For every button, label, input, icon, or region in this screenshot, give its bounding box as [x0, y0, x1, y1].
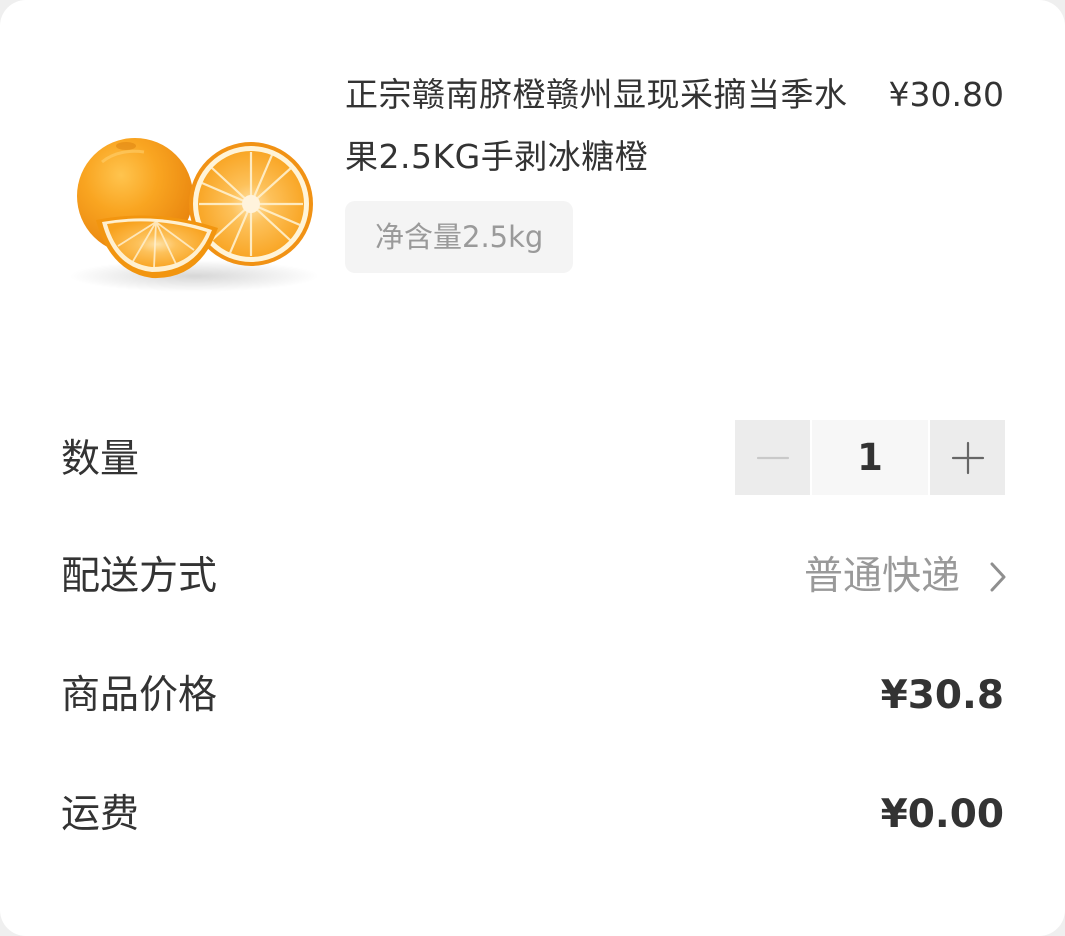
shipping-fee-value: ¥0.00	[880, 792, 1004, 837]
shipping-fee-label: 运费	[61, 792, 140, 837]
item-price-label: 商品价格	[61, 673, 218, 718]
quantity-value[interactable]: 1	[812, 420, 928, 495]
item-price-value: ¥30.8	[880, 673, 1004, 718]
delivery-method-value: 普通快递	[803, 554, 960, 599]
minus-icon	[756, 456, 789, 459]
product-spec-tag: 净含量2.5kg	[345, 201, 574, 273]
quantity-stepper: 1	[735, 420, 1005, 495]
product-image	[62, 122, 324, 298]
plus-icon	[951, 441, 984, 474]
decrement-button[interactable]	[735, 420, 810, 495]
delivery-method-label: 配送方式	[61, 554, 218, 599]
order-item-card: 正宗赣南脐橙赣州显现采摘当季水果2.5KG手剥冰糖橙 ¥30.80 净含量2.5…	[0, 0, 1065, 936]
product-unit-price: ¥30.80	[888, 75, 1004, 114]
quantity-label: 数量	[61, 437, 140, 482]
product-title: 正宗赣南脐橙赣州显现采摘当季水果2.5KG手剥冰糖橙	[345, 75, 848, 176]
delivery-method-selector[interactable]: 普通快递	[804, 547, 1006, 607]
increment-button[interactable]	[930, 420, 1005, 495]
chevron-right-icon	[990, 562, 1006, 592]
